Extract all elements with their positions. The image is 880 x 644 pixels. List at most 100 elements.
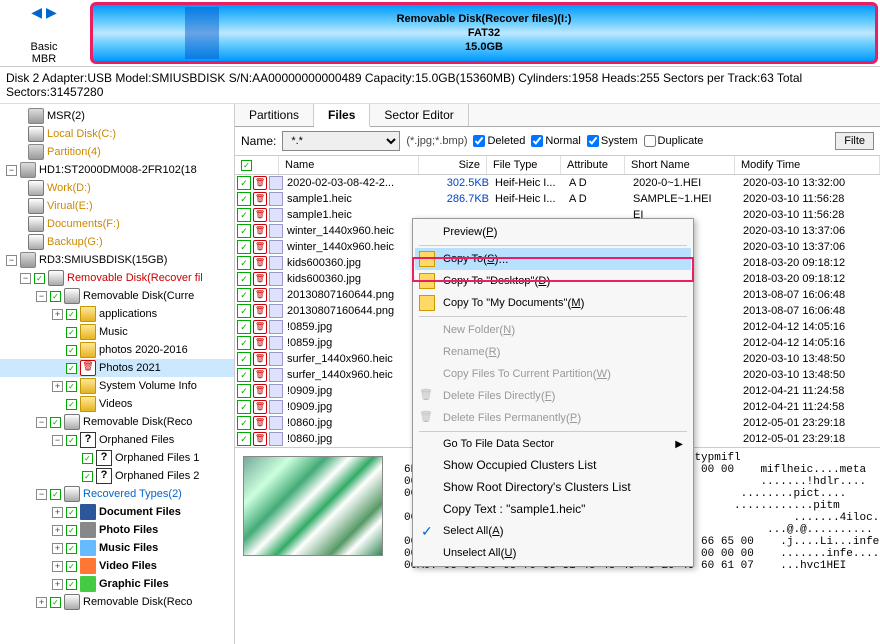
normal-checkbox[interactable] [531,135,543,147]
row-checkbox[interactable]: ✓ [237,416,251,430]
tree-removable-reco2[interactable]: Removable Disk(Reco [83,416,192,428]
menu-preview[interactable]: Preview(P) [415,221,691,243]
menu-occupied-clusters[interactable]: Show Occupied Clusters List [415,454,691,476]
menu-goto-file-sector[interactable]: Go To File Data Sector▶ [415,434,691,454]
col-type[interactable]: File Type [487,156,561,174]
menu-delete-permanently: 🗑Delete Files Permanently(P) [415,407,691,429]
duplicate-checkbox[interactable] [644,135,656,147]
checkbox-icon[interactable]: ✓ [34,273,45,284]
tree-work-d[interactable]: Work(D:) [47,182,91,194]
tab-sector-editor[interactable]: Sector Editor [370,104,468,126]
tree-system-volume[interactable]: System Volume Info [99,380,197,392]
mbr-label: MBR [0,53,88,65]
tree-removable-current[interactable]: Removable Disk(Curre [83,290,194,302]
tree-hd1[interactable]: HD1:ST2000DM008-2FR102(18 [39,164,197,176]
table-row[interactable]: ✓🗑sample1.heic286.7KBHeif-Heic I...A DSA… [235,191,880,207]
tree-removable-reco3[interactable]: Removable Disk(Reco [83,596,192,608]
file-attr: A D [569,177,633,189]
disk-banner[interactable]: Removable Disk(Recover files)(I:) FAT32 … [90,2,878,64]
row-checkbox[interactable]: ✓ [237,256,251,270]
col-name[interactable]: Name [279,156,419,174]
menu-copy-text[interactable]: Copy Text : "sample1.heic" [415,498,691,520]
row-checkbox[interactable]: ✓ [237,336,251,350]
system-checkbox[interactable] [587,135,599,147]
trash-icon: 🗑 [419,410,435,426]
tree-document-files[interactable]: Document Files [99,506,181,518]
row-checkbox[interactable]: ✓ [237,432,251,446]
tree-videos[interactable]: Videos [99,398,132,410]
nav-arrows[interactable]: ◀ ▶ [0,4,88,21]
file-short: 2020-0~1.HEI [633,177,743,189]
col-attribute[interactable]: Attribute [561,156,625,174]
row-checkbox[interactable]: ✓ [237,320,251,334]
expand-icon[interactable]: − [6,165,17,176]
trash-icon: 🗑 [253,256,267,270]
trash-icon: 🗑 [253,320,267,334]
col-short-name[interactable]: Short Name [625,156,735,174]
file-name: surfer_1440x960.heic [287,369,427,381]
file-icon [269,272,283,286]
file-name: kids600360.jpg [287,257,427,269]
deleted-checkbox[interactable] [473,135,485,147]
col-modify-time[interactable]: Modify Time [735,156,880,174]
row-checkbox[interactable]: ✓ [237,304,251,318]
file-name: 2020-02-03-08-42-2... [287,177,427,189]
tree-docs-f[interactable]: Documents(F:) [47,218,120,230]
row-checkbox[interactable]: ✓ [237,352,251,366]
tree-applications[interactable]: applications [99,308,157,320]
tree-orphaned-1[interactable]: Orphaned Files 1 [115,452,199,464]
row-checkbox[interactable]: ✓ [237,208,251,222]
menu-copy-desktop[interactable]: Copy To "Desktop"(D) [415,270,691,292]
col-size[interactable]: Size [419,156,487,174]
trash-icon: 🗑 [253,224,267,238]
tree-recovered-types[interactable]: Recovered Types(2) [83,488,182,500]
tree-local-c[interactable]: Local Disk(C:) [47,128,116,140]
row-checkbox[interactable]: ✓ [237,192,251,206]
name-filter-select[interactable]: *.* [282,131,400,151]
tree-msr[interactable]: MSR(2) [47,110,85,122]
tabs: Partitions Files Sector Editor [235,104,880,127]
tab-files[interactable]: Files [314,104,370,127]
tree-backup-g[interactable]: Backup(G:) [47,236,103,248]
row-checkbox[interactable]: ✓ [237,240,251,254]
tree-video-files[interactable]: Video Files [99,560,157,572]
menu-root-clusters[interactable]: Show Root Directory's Clusters List [415,476,691,498]
row-checkbox[interactable]: ✓ [237,176,251,190]
tab-partitions[interactable]: Partitions [235,104,314,126]
tree-orphaned[interactable]: Orphaned Files [99,434,174,446]
tree-partition4[interactable]: Partition(4) [47,146,101,158]
tree-panel[interactable]: MSR(2) Local Disk(C:) Partition(4) − HD1:… [0,104,235,644]
tree-graphic-files[interactable]: Graphic Files [99,578,169,590]
row-checkbox[interactable]: ✓ [237,288,251,302]
tree-removable-recover[interactable]: Removable Disk(Recover fil [67,272,203,284]
tree-virual-e[interactable]: Virual(E:) [47,200,93,212]
tree-photos-2021[interactable]: Photos 2021 [99,362,161,374]
tree-orphaned-2[interactable]: Orphaned Files 2 [115,470,199,482]
folder-icon [419,273,435,289]
file-icon [269,224,283,238]
menu-unselect-all[interactable]: Unselect All(U) [415,542,691,564]
file-name: 20130807160644.png [287,289,427,301]
row-checkbox[interactable]: ✓ [237,224,251,238]
file-icon [269,416,283,430]
tree-music[interactable]: Music [99,326,128,338]
tree-music-files[interactable]: Music Files [99,542,158,554]
tree-rd3[interactable]: RD3:SMIUSBDISK(15GB) [39,254,167,266]
row-checkbox[interactable]: ✓ [237,368,251,382]
file-mod: 2020-03-10 13:48:50 [743,353,880,365]
file-mod: 2012-05-01 23:29:18 [743,417,880,429]
tree-photos-2020-2016[interactable]: photos 2020-2016 [99,344,188,356]
expand-icon[interactable]: − [6,255,17,266]
file-icon [269,432,283,446]
row-checkbox[interactable]: ✓ [237,400,251,414]
menu-copy-to[interactable]: Copy To(S)... [415,248,691,270]
tree-photo-files[interactable]: Photo Files [99,524,158,536]
filter-button[interactable]: Filte [835,132,874,150]
row-checkbox[interactable]: ✓ [237,384,251,398]
row-checkbox[interactable]: ✓ [237,272,251,286]
table-row[interactable]: ✓🗑2020-02-03-08-42-2...302.5KBHeif-Heic … [235,175,880,191]
menu-select-all[interactable]: ✓Select All(A) [415,520,691,542]
menu-copy-mydocs[interactable]: Copy To "My Documents"(M) [415,292,691,314]
file-mod: 2012-04-21 11:24:58 [743,385,880,397]
column-headers: ✓ Name Size File Type Attribute Short Na… [235,156,880,175]
